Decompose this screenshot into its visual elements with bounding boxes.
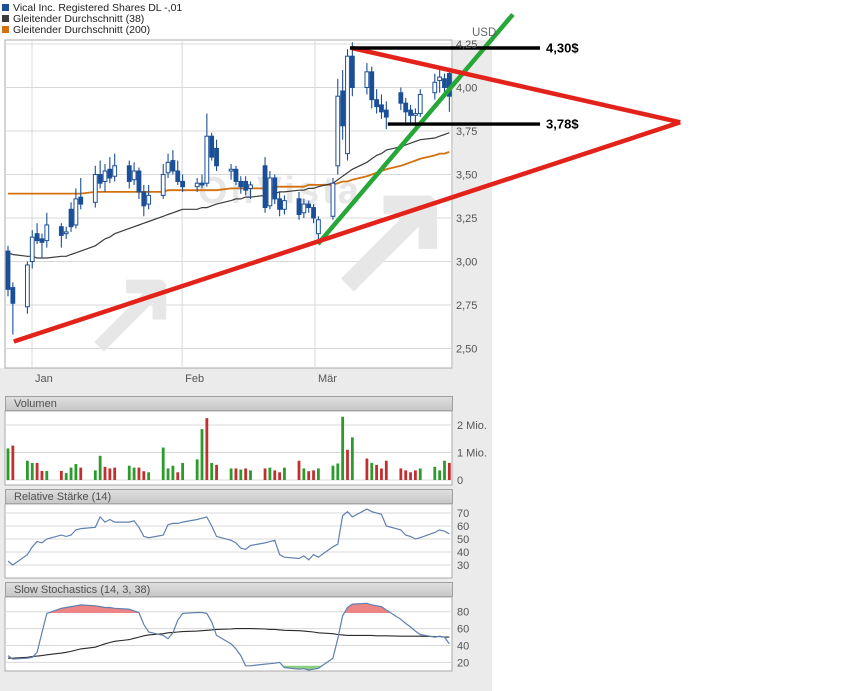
svg-text:40: 40 <box>457 547 469 559</box>
svg-text:USD: USD <box>472 27 496 39</box>
svg-text:Mär: Mär <box>318 373 337 385</box>
svg-text:70: 70 <box>457 508 469 520</box>
svg-text:30: 30 <box>457 560 469 572</box>
svg-text:3,50: 3,50 <box>456 170 477 182</box>
svg-text:3,75: 3,75 <box>456 126 477 138</box>
svg-text:60: 60 <box>457 521 469 533</box>
rsi-panel: 7060504030 <box>4 503 469 579</box>
svg-text:2,50: 2,50 <box>456 344 477 356</box>
svg-text:50: 50 <box>457 534 469 546</box>
svg-text:3,00: 3,00 <box>456 257 477 269</box>
svg-text:0: 0 <box>457 475 463 487</box>
svg-text:Feb: Feb <box>185 373 204 385</box>
stock-chart-page: Vical Inc. Registered Shares DL -,01 Gle… <box>0 0 850 691</box>
svg-text:20: 20 <box>457 657 469 669</box>
svg-text:3,78$: 3,78$ <box>546 117 579 132</box>
svg-text:↗: ↗ <box>80 244 181 378</box>
svg-text:1 Mio.: 1 Mio. <box>457 448 487 460</box>
svg-text:2,75: 2,75 <box>456 300 477 312</box>
svg-text:↗: ↗ <box>322 147 456 326</box>
svg-text:60: 60 <box>457 624 469 636</box>
svg-text:4,25: 4,25 <box>456 39 477 51</box>
svg-text:4,30$: 4,30$ <box>546 41 579 56</box>
stochastics-panel: 80 60 40 20 <box>4 596 469 672</box>
svg-text:4,00: 4,00 <box>456 83 477 95</box>
svg-text:80: 80 <box>457 607 469 619</box>
svg-text:2 Mio.: 2 Mio. <box>457 420 487 432</box>
svg-text:3,25: 3,25 <box>456 213 477 225</box>
chart-canvas: ↗OnVista↗4,30$3,78$USD4,254,003,753,503,… <box>4 12 681 672</box>
svg-text:40: 40 <box>457 641 469 653</box>
svg-text:Jan: Jan <box>35 373 53 385</box>
